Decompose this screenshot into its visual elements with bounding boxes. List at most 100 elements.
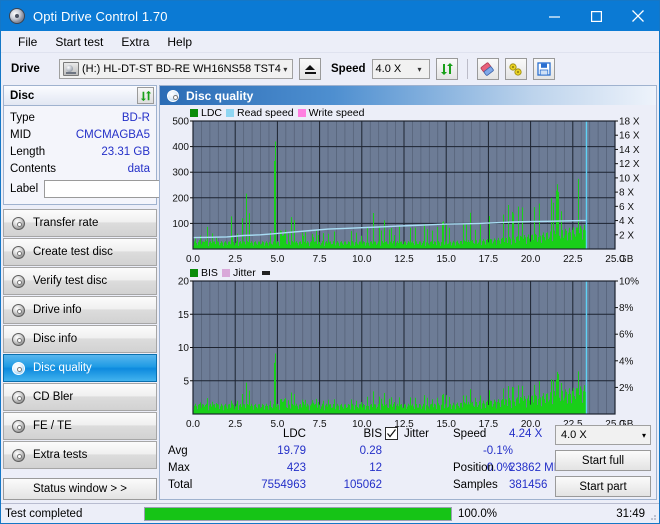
legend-jitter: Jitter [221, 267, 256, 279]
window-controls [533, 1, 659, 31]
sidebar-item-label: Create test disc [33, 246, 113, 258]
disc-type-label: Type [10, 111, 35, 124]
legend-swatch-icon [297, 109, 306, 117]
legend-write-speed: Write speed [297, 107, 365, 119]
svg-text:18 X: 18 X [619, 117, 640, 128]
svg-text:5.0: 5.0 [270, 254, 284, 265]
stats-col-bis: BIS [363, 427, 382, 440]
disc-contents-value: data [127, 162, 150, 175]
chevron-down-icon: ▾ [283, 64, 288, 74]
stats-row-label: Max [168, 461, 190, 474]
sidebar-item-drive-info[interactable]: Drive info [3, 296, 157, 324]
svg-text:2.5: 2.5 [228, 254, 242, 265]
svg-text:0.0: 0.0 [186, 254, 200, 265]
disc-row-type: Type BD-R [10, 109, 150, 126]
ldc-legend: LDC Read speed Write speed [190, 107, 365, 119]
legend-bis: BIS [190, 267, 218, 279]
svg-text:6 X: 6 X [619, 202, 634, 213]
run-speed-value: 4.24 X [509, 427, 543, 440]
sidebar-item-create-test-disc[interactable]: Create test disc [3, 238, 157, 266]
test-speed-select[interactable]: 4.0 X ▾ [555, 425, 651, 445]
svg-text:4 X: 4 X [619, 216, 634, 227]
stats-header-row: LDC BIS [168, 425, 382, 442]
svg-text:7.5: 7.5 [313, 254, 327, 265]
disc-refresh-button[interactable] [137, 87, 154, 104]
sidebar-item-transfer-rate[interactable]: Transfer rate [3, 209, 157, 237]
refresh-button[interactable] [435, 58, 458, 80]
stats-table: LDC BIS Avg 19.79 0.28 Max 423 12 Total … [168, 425, 382, 493]
legend-read-speed: Read speed [226, 107, 294, 119]
maximize-icon[interactable] [575, 1, 617, 31]
disc-row-mid: MID CMCMAGBA5 [10, 126, 150, 143]
svg-text:10.0: 10.0 [352, 254, 372, 265]
progress-bar [144, 506, 452, 521]
drive-select-value: (H:) HL-DT-ST BD-RE WH16NS58 TST4 [82, 63, 281, 75]
status-message: Test completed [5, 507, 83, 520]
drive-select[interactable]: (H:) HL-DT-ST BD-RE WH16NS58 TST4 ▾ [59, 59, 293, 79]
progress-fill [145, 507, 451, 520]
svg-text:2 X: 2 X [619, 230, 634, 241]
close-icon[interactable] [617, 1, 659, 31]
svg-text:17.5: 17.5 [479, 254, 499, 265]
jitter-checkbox[interactable] [385, 427, 398, 440]
disc-icon [10, 389, 26, 405]
svg-text:4%: 4% [619, 356, 634, 367]
sidebar-nav: Transfer rate Create test disc Verify te… [3, 209, 157, 469]
status-window-button[interactable]: Status window > > [3, 478, 157, 500]
drive-icon [63, 62, 79, 76]
menu-item-help[interactable]: Help [158, 33, 201, 51]
progress-percent: 100.0% [458, 507, 498, 520]
sidebar-item-verify-test-disc[interactable]: Verify test disc [3, 267, 157, 295]
status-bar: Test completed 100.0% 31:49 [1, 503, 659, 523]
legend-label: Read speed [237, 107, 294, 119]
drive-label: Drive [11, 63, 40, 75]
svg-text:16 X: 16 X [619, 131, 640, 142]
tools-button[interactable] [504, 58, 527, 80]
menu-item-start-test[interactable]: Start test [46, 33, 112, 51]
svg-text:10: 10 [178, 343, 190, 354]
sidebar: Disc Type BD-R MID CMCMAGBA5 Length 23.3… [1, 85, 246, 503]
disc-icon [10, 418, 26, 434]
disc-type-value: BD-R [121, 111, 150, 124]
start-full-button[interactable]: Start full [555, 450, 651, 471]
sidebar-item-label: CD Bler [33, 391, 74, 403]
svg-text:20.0: 20.0 [521, 254, 541, 265]
legend-marker-icon [261, 271, 270, 275]
main-panel: Disc quality LDC Read speed Write speed … [159, 85, 657, 500]
save-button[interactable] [532, 58, 555, 80]
disc-panel-header: Disc [4, 86, 156, 106]
ldc-chart: 100 200 300 400 500 2 X 4 X 6 X 8 X 10 X 12 X 14 X 1… [172, 117, 640, 265]
svg-text:15: 15 [178, 310, 190, 321]
start-part-button[interactable]: Start part [555, 476, 651, 497]
sidebar-item-cd-bler[interactable]: CD Bler [3, 383, 157, 411]
eject-button[interactable] [299, 58, 321, 80]
minimize-icon[interactable] [533, 1, 575, 31]
sidebar-item-disc-quality[interactable]: Disc quality [3, 354, 157, 382]
resize-grip-icon[interactable] [647, 511, 657, 521]
disc-icon [10, 302, 26, 318]
chevron-down-icon: ▾ [417, 64, 422, 74]
sidebar-item-label: Extra tests [33, 449, 88, 461]
svg-text:14 X: 14 X [619, 145, 640, 156]
svg-text:15.0: 15.0 [436, 254, 456, 265]
run-samples-label: Samples [453, 478, 498, 491]
sidebar-item-fe-te[interactable]: FE / TE [3, 412, 157, 440]
menu-item-file[interactable]: File [9, 33, 46, 51]
sidebar-item-extra-tests[interactable]: Extra tests [3, 441, 157, 469]
wrench-icon [509, 62, 522, 76]
svg-text:22.5: 22.5 [563, 254, 583, 265]
stats-row-label: Avg [168, 444, 188, 457]
sidebar-item-disc-info[interactable]: Disc info [3, 325, 157, 353]
toolbar-separator [466, 59, 468, 79]
speed-select[interactable]: 4.0 X ▾ [371, 59, 430, 79]
checkmark-icon [387, 429, 396, 438]
disc-mid-value: CMCMAGBA5 [75, 128, 150, 141]
legend-label: LDC [201, 107, 223, 119]
legend-label: Jitter [232, 267, 256, 279]
legend-swatch-icon [190, 269, 198, 277]
erase-button[interactable] [476, 58, 499, 80]
legend-ldc: LDC [190, 107, 222, 119]
sidebar-item-label: Disc info [33, 333, 78, 345]
menu-item-extra[interactable]: Extra [112, 33, 158, 51]
app-window: Opti Drive Control 1.70 File Start test … [0, 0, 660, 524]
